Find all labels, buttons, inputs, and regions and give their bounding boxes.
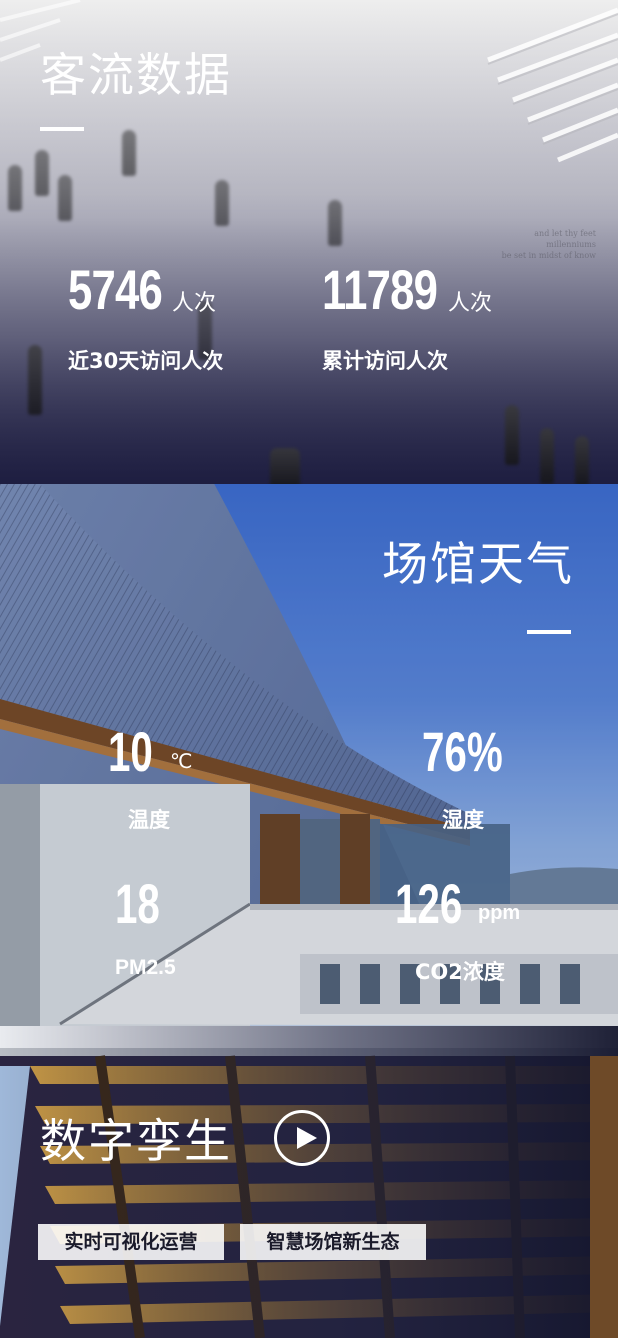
recent-visits-value: 5746: [68, 258, 163, 321]
section-title: 场馆天气: [382, 537, 574, 591]
pm25-label: PM2.5: [115, 956, 176, 979]
total-visits-value: 11789: [322, 258, 438, 321]
title-underline: [527, 630, 571, 634]
play-button[interactable]: [274, 1110, 330, 1166]
total-visits-unit: 人次: [448, 291, 493, 316]
temperature-unit: ℃: [170, 749, 193, 773]
temperature-value: 10: [108, 720, 153, 783]
section-title: 客流数据: [40, 48, 232, 102]
humidity-value: 76%: [422, 720, 503, 783]
play-icon: [297, 1127, 317, 1149]
visitor-flow-section: and let thy feet millenniums be set in m…: [0, 0, 618, 484]
temperature-label: 温度: [128, 808, 170, 832]
digital-twin-section: 数字孪生 实时可视化运营 智慧场馆新生态: [0, 1026, 618, 1338]
tag-realtime-visualization: 实时可视化运营: [38, 1224, 224, 1260]
total-visits-label: 累计访问人次: [322, 349, 448, 373]
venue-weather-section: 场馆天气 10 ℃ 温度 76% 湿度 18 PM2.5 126 ppm CO2…: [0, 484, 618, 1026]
section-title: 数字孪生: [40, 1114, 232, 1168]
co2-value: 126: [395, 872, 463, 935]
recent-visits-unit: 人次: [172, 291, 217, 316]
title-underline: [40, 127, 84, 131]
humidity-label: 湿度: [442, 808, 484, 832]
recent-visits-label: 近30天访问人次: [68, 349, 224, 373]
co2-label: CO2浓度: [415, 960, 505, 984]
timber-ceiling-decoration: [0, 1026, 618, 1338]
tag-smart-venue: 智慧场馆新生态: [240, 1224, 426, 1260]
pm25-value: 18: [115, 872, 160, 935]
wall-inscription: and let thy feet millenniums be set in m…: [501, 229, 596, 260]
co2-unit: ppm: [478, 902, 521, 924]
